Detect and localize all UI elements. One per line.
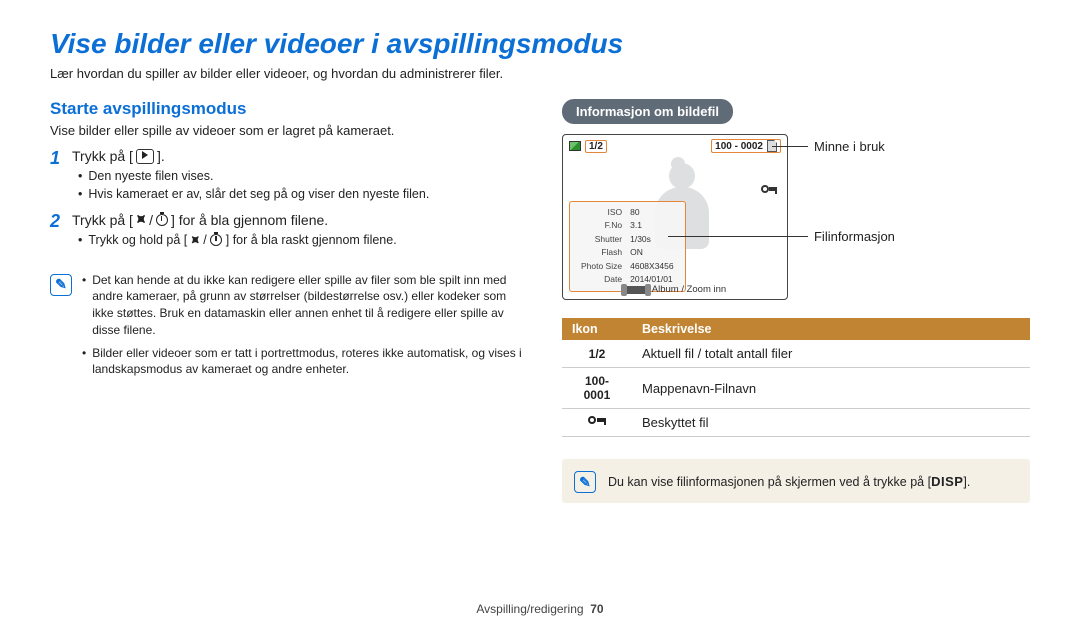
note-item: Det kan hende at du ikke kan redigere el… [82,272,524,339]
step-number: 1 [50,148,72,203]
timer-icon [156,214,168,226]
step-number: 2 [50,211,72,250]
callout-line [668,236,808,237]
step-1-text-a: Trykk på [ [72,148,133,164]
note-item: Bilder eller videoer som er tatt i portr… [82,345,524,379]
step-2-slash: / [149,212,153,228]
thumbnail-icon [569,141,581,151]
left-column: Starte avspillingsmodus Vise bilder elle… [50,99,528,503]
lock-key-icon [588,415,606,427]
table-row: 1/2Aktuell fil / totalt antall filer [562,340,1030,368]
table-row: 100-0001Mappenavn-Filnavn [562,368,1030,409]
step-1-bullet: Hvis kameraet er av, slår det seg på og … [78,186,528,204]
table-row: Beskyttet fil [562,409,1030,437]
folder-badge: 100 - 0002 [711,139,781,153]
page-subtitle: Lær hvordan du spiller av bilder eller v… [50,66,1030,81]
file-count-badge: 1/2 [585,140,607,153]
step-2-text-b: ] for å bla gjennom filene. [171,212,328,228]
tip-text-a: Du kan vise filinformasjonen på skjermen… [608,475,931,489]
step-1-text: Trykk på [ ]. [72,148,528,164]
callout-line [772,146,808,147]
flash-icon: ⯍ [191,233,200,247]
section-heading: Starte avspillingsmodus [50,99,528,119]
play-button-icon [136,149,154,164]
lock-key-icon [761,183,777,197]
step-2: 2 Trykk på [ ⯍ / ] for å bla gjennom fil… [50,211,528,250]
step-1: 1 Trykk på [ ]. Den nyeste filen vises. … [50,148,528,203]
table-header-icon: Ikon [562,318,632,340]
note-icon: ✎ [574,471,596,493]
note-icon: ✎ [50,274,72,296]
icon-description-table: Ikon Beskrivelse 1/2Aktuell fil / totalt… [562,318,1030,437]
page-title: Vise bilder eller videoer i avspillingsm… [50,28,1030,60]
page-footer: Avspilling/redigering 70 [0,602,1080,616]
callout-fileinfo: Filinformasjon [814,229,895,244]
camera-screen: 1/2 100 - 0002 ISO80F.No3.1Shutter1/30sF… [562,134,788,300]
screen-diagram: 1/2 100 - 0002 ISO80F.No3.1Shutter1/30sF… [562,134,1030,308]
callout-memory: Minne i bruk [814,139,885,154]
flash-icon: ⯍ [136,211,146,228]
file-info-panel: ISO80F.No3.1Shutter1/30sFlashONPhoto Siz… [569,201,686,292]
section-intro: Vise bilder eller spille av videoer som … [50,123,528,138]
step-2-text-a: Trykk på [ [72,212,133,228]
disp-button-label: DISP [931,474,963,489]
right-column: Informasjon om bildefil 1/2 100 - 0002 [562,99,1030,503]
note-box: ✎ Det kan hende at du ikke kan redigere … [50,264,528,389]
tip-box: ✎ Du kan vise filinformasjonen på skjerm… [562,459,1030,503]
step-1-text-b: ]. [157,148,165,164]
zoom-lever-icon [624,286,648,294]
step-1-bullet: Den nyeste filen vises. [78,168,528,186]
tip-text-b: ]. [963,475,970,489]
screen-bottom-hint: Album / Zoom inn [563,284,787,295]
timer-icon [210,234,222,246]
step-2-bullet: Trykk og hold på [ ⯍ / ] for å bla raskt… [78,232,528,250]
step-2-text: Trykk på [ ⯍ / ] for å bla gjennom filen… [72,211,528,228]
table-header-desc: Beskrivelse [632,318,1030,340]
info-pill: Informasjon om bildefil [562,99,733,124]
